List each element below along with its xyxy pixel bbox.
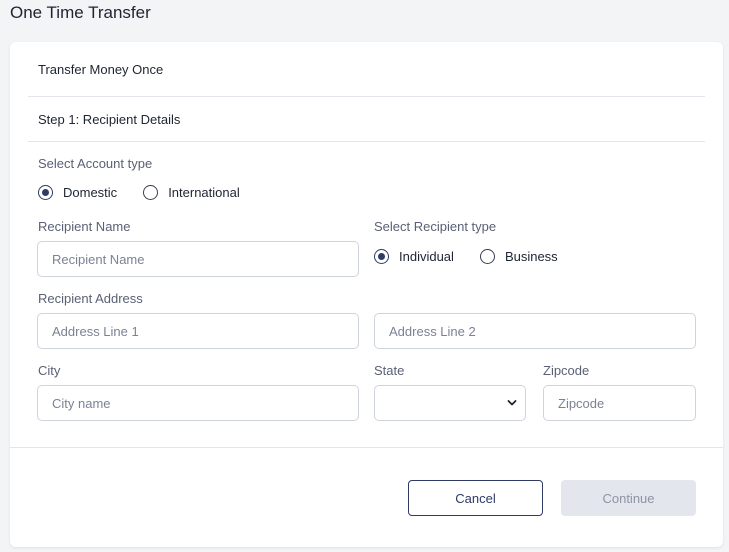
zipcode-input[interactable] [543,385,696,421]
recipient-type-label: Select Recipient type [374,219,497,234]
radio-individual[interactable]: Individual [374,249,454,264]
radio-business[interactable]: Business [479,249,558,264]
address-line1-input[interactable] [37,313,359,349]
recipient-type-radio-group: Individual Business [374,249,584,264]
address-line2-input[interactable] [374,313,696,349]
account-type-radio-group: Domestic International [38,185,266,200]
header-divider [28,96,705,97]
page-title: One Time Transfer [10,3,151,22]
radio-international-label: International [168,185,240,200]
radio-international[interactable]: International [143,185,240,200]
recipient-name-input[interactable] [37,241,359,277]
radio-business-label: Business [504,249,558,264]
radio-individual-label: Individual [399,249,454,264]
radio-checked-icon[interactable] [374,249,389,264]
account-type-label: Select Account type [38,156,153,171]
radio-unchecked-icon[interactable] [479,249,495,264]
transfer-card: Transfer Money Once Step 1: Recipient De… [10,42,723,547]
radio-domestic-label: Domestic [63,185,118,200]
chevron-down-icon [507,400,517,406]
radio-checked-icon[interactable] [38,185,53,200]
card-header: Transfer Money Once [38,62,164,77]
continue-button[interactable]: Continue [561,480,696,516]
cancel-button[interactable]: Cancel [408,480,543,516]
recipient-address-label: Recipient Address [38,291,143,306]
step-divider [28,141,705,142]
state-label: State [374,363,405,378]
zipcode-label: Zipcode [543,363,590,378]
city-input[interactable] [37,385,359,421]
recipient-name-label: Recipient Name [38,219,131,234]
state-select[interactable] [374,385,526,421]
city-label: City [38,363,61,378]
radio-unchecked-icon[interactable] [143,185,159,200]
step-title: Step 1: Recipient Details [38,112,181,127]
footer-divider [10,447,723,448]
radio-domestic[interactable]: Domestic [38,185,117,200]
